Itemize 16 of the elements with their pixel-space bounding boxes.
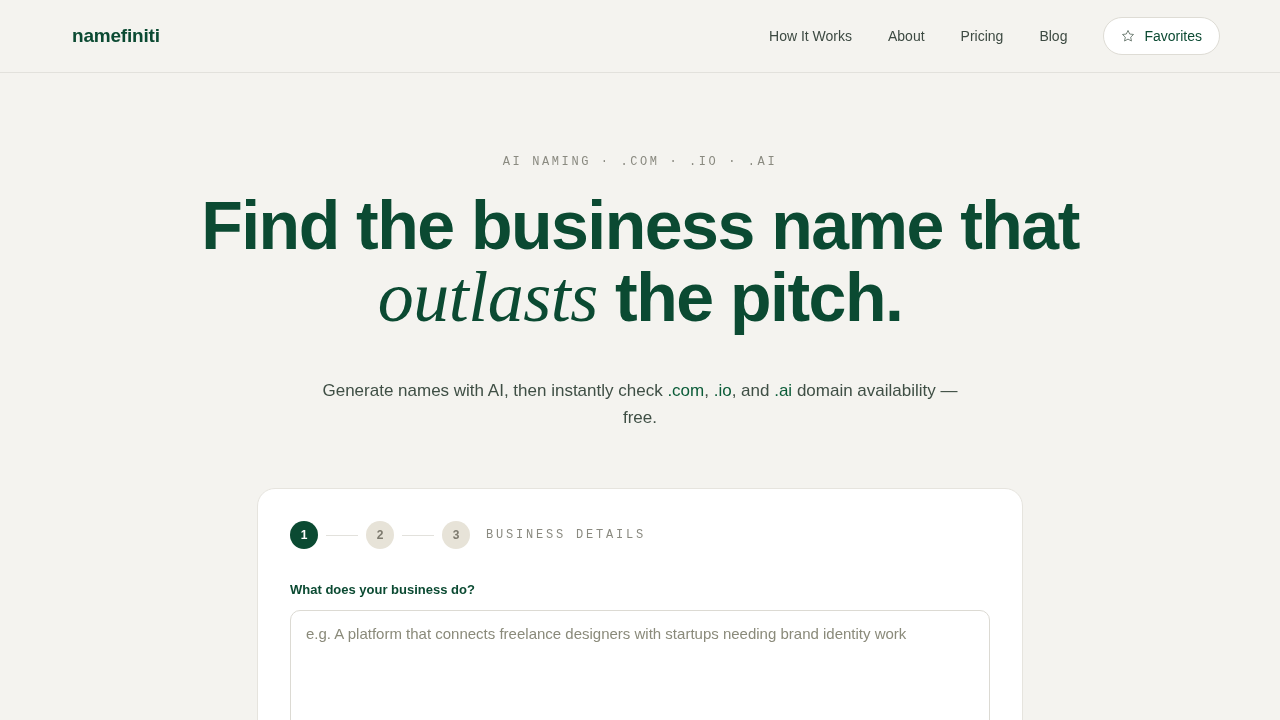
step-indicator: 2 (366, 521, 394, 549)
logo[interactable]: namefiniti (72, 21, 160, 51)
nav-link[interactable]: How It Works (769, 25, 852, 47)
nav-link[interactable]: About (888, 25, 925, 47)
subtitle: Generate names with AI, then instantly check .com, .io, and .ai domain availability — free. (321, 380, 959, 429)
nav-link[interactable]: Pricing (960, 25, 1004, 47)
nav-link[interactable]: Blog (1039, 25, 1068, 47)
eyebrow-text: AI NAMING · .COM · .IO · .AI (502, 154, 778, 171)
field-label: What does your business do? (290, 581, 476, 599)
favorites-button[interactable]: Favorites (1103, 17, 1220, 55)
business-description-field[interactable]: e.g. A platform that connects freelance designers with startups needing brand identity work (290, 609, 990, 720)
step-indicator: 1 (290, 521, 318, 549)
step-title: BUSINESS DETAILS (486, 527, 647, 544)
headline: Find the business name that outlasts the pitch. (201, 189, 1079, 333)
step-indicator: 3 (442, 521, 470, 549)
star-icon (1121, 29, 1136, 43)
